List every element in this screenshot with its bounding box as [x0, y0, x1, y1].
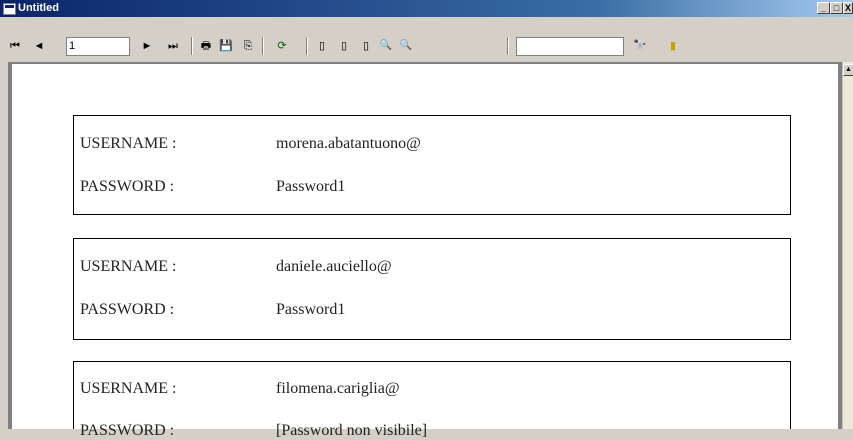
password-value: Password1: [276, 301, 346, 318]
single-page-icon[interactable]: ▯: [314, 38, 330, 54]
username-label: USERNAME :: [80, 258, 177, 275]
username-label: USERNAME :: [80, 135, 177, 152]
username-value: filomena.cariglia@: [276, 380, 400, 397]
scroll-up-icon[interactable]: ▲: [843, 64, 853, 76]
vertical-scrollbar[interactable]: ▲: [842, 62, 853, 429]
zoom-in-icon[interactable]: 🔍: [398, 38, 414, 54]
password-label: PASSWORD :: [80, 422, 175, 439]
toolbar-separator: [262, 37, 264, 55]
search-input[interactable]: [516, 37, 624, 56]
next-page-icon[interactable]: ►: [140, 38, 154, 54]
page-number-input[interactable]: 1: [66, 37, 130, 56]
save-icon[interactable]: 💾: [218, 38, 234, 54]
print-icon[interactable]: 🖶: [198, 38, 214, 54]
page-width-icon[interactable]: ▯: [336, 38, 352, 54]
username-value: daniele.auciello@: [276, 258, 392, 275]
username-label: USERNAME :: [80, 380, 177, 397]
close-button[interactable]: X: [843, 2, 853, 14]
password-value: Password1: [276, 178, 346, 195]
password-value: [Password non visibile]: [276, 422, 428, 439]
toolbar-separator: [191, 37, 193, 55]
refresh-icon[interactable]: ⟳: [274, 38, 290, 54]
first-page-icon[interactable]: ⏮: [8, 38, 22, 54]
zoom-out-icon[interactable]: 🔍: [378, 38, 394, 54]
previous-page-icon[interactable]: ◄: [32, 38, 46, 54]
export-icon[interactable]: ⎘: [240, 38, 256, 54]
window-title: Untitled: [18, 2, 59, 14]
credential-card: USERNAME : filomena.cariglia@ PASSWORD :…: [73, 361, 791, 439]
title-bar: Untitled _ □ X: [0, 0, 853, 17]
username-value: morena.abatantuono@: [276, 135, 421, 152]
password-label: PASSWORD :: [80, 178, 175, 195]
minimize-button[interactable]: _: [817, 2, 830, 14]
whole-page-icon[interactable]: ▯: [358, 38, 374, 54]
password-label: PASSWORD :: [80, 301, 175, 318]
find-icon[interactable]: 🔭: [632, 38, 648, 54]
app-icon: [3, 3, 16, 15]
exit-icon[interactable]: ▮: [666, 38, 680, 54]
credential-card: USERNAME : morena.abatantuono@ PASSWORD …: [73, 115, 791, 215]
maximize-button[interactable]: □: [830, 2, 843, 14]
last-page-icon[interactable]: ⏭: [166, 38, 180, 54]
toolbar-separator: [306, 37, 308, 55]
toolbar-separator: [507, 37, 509, 55]
credential-card: USERNAME : daniele.auciello@ PASSWORD : …: [73, 238, 791, 340]
